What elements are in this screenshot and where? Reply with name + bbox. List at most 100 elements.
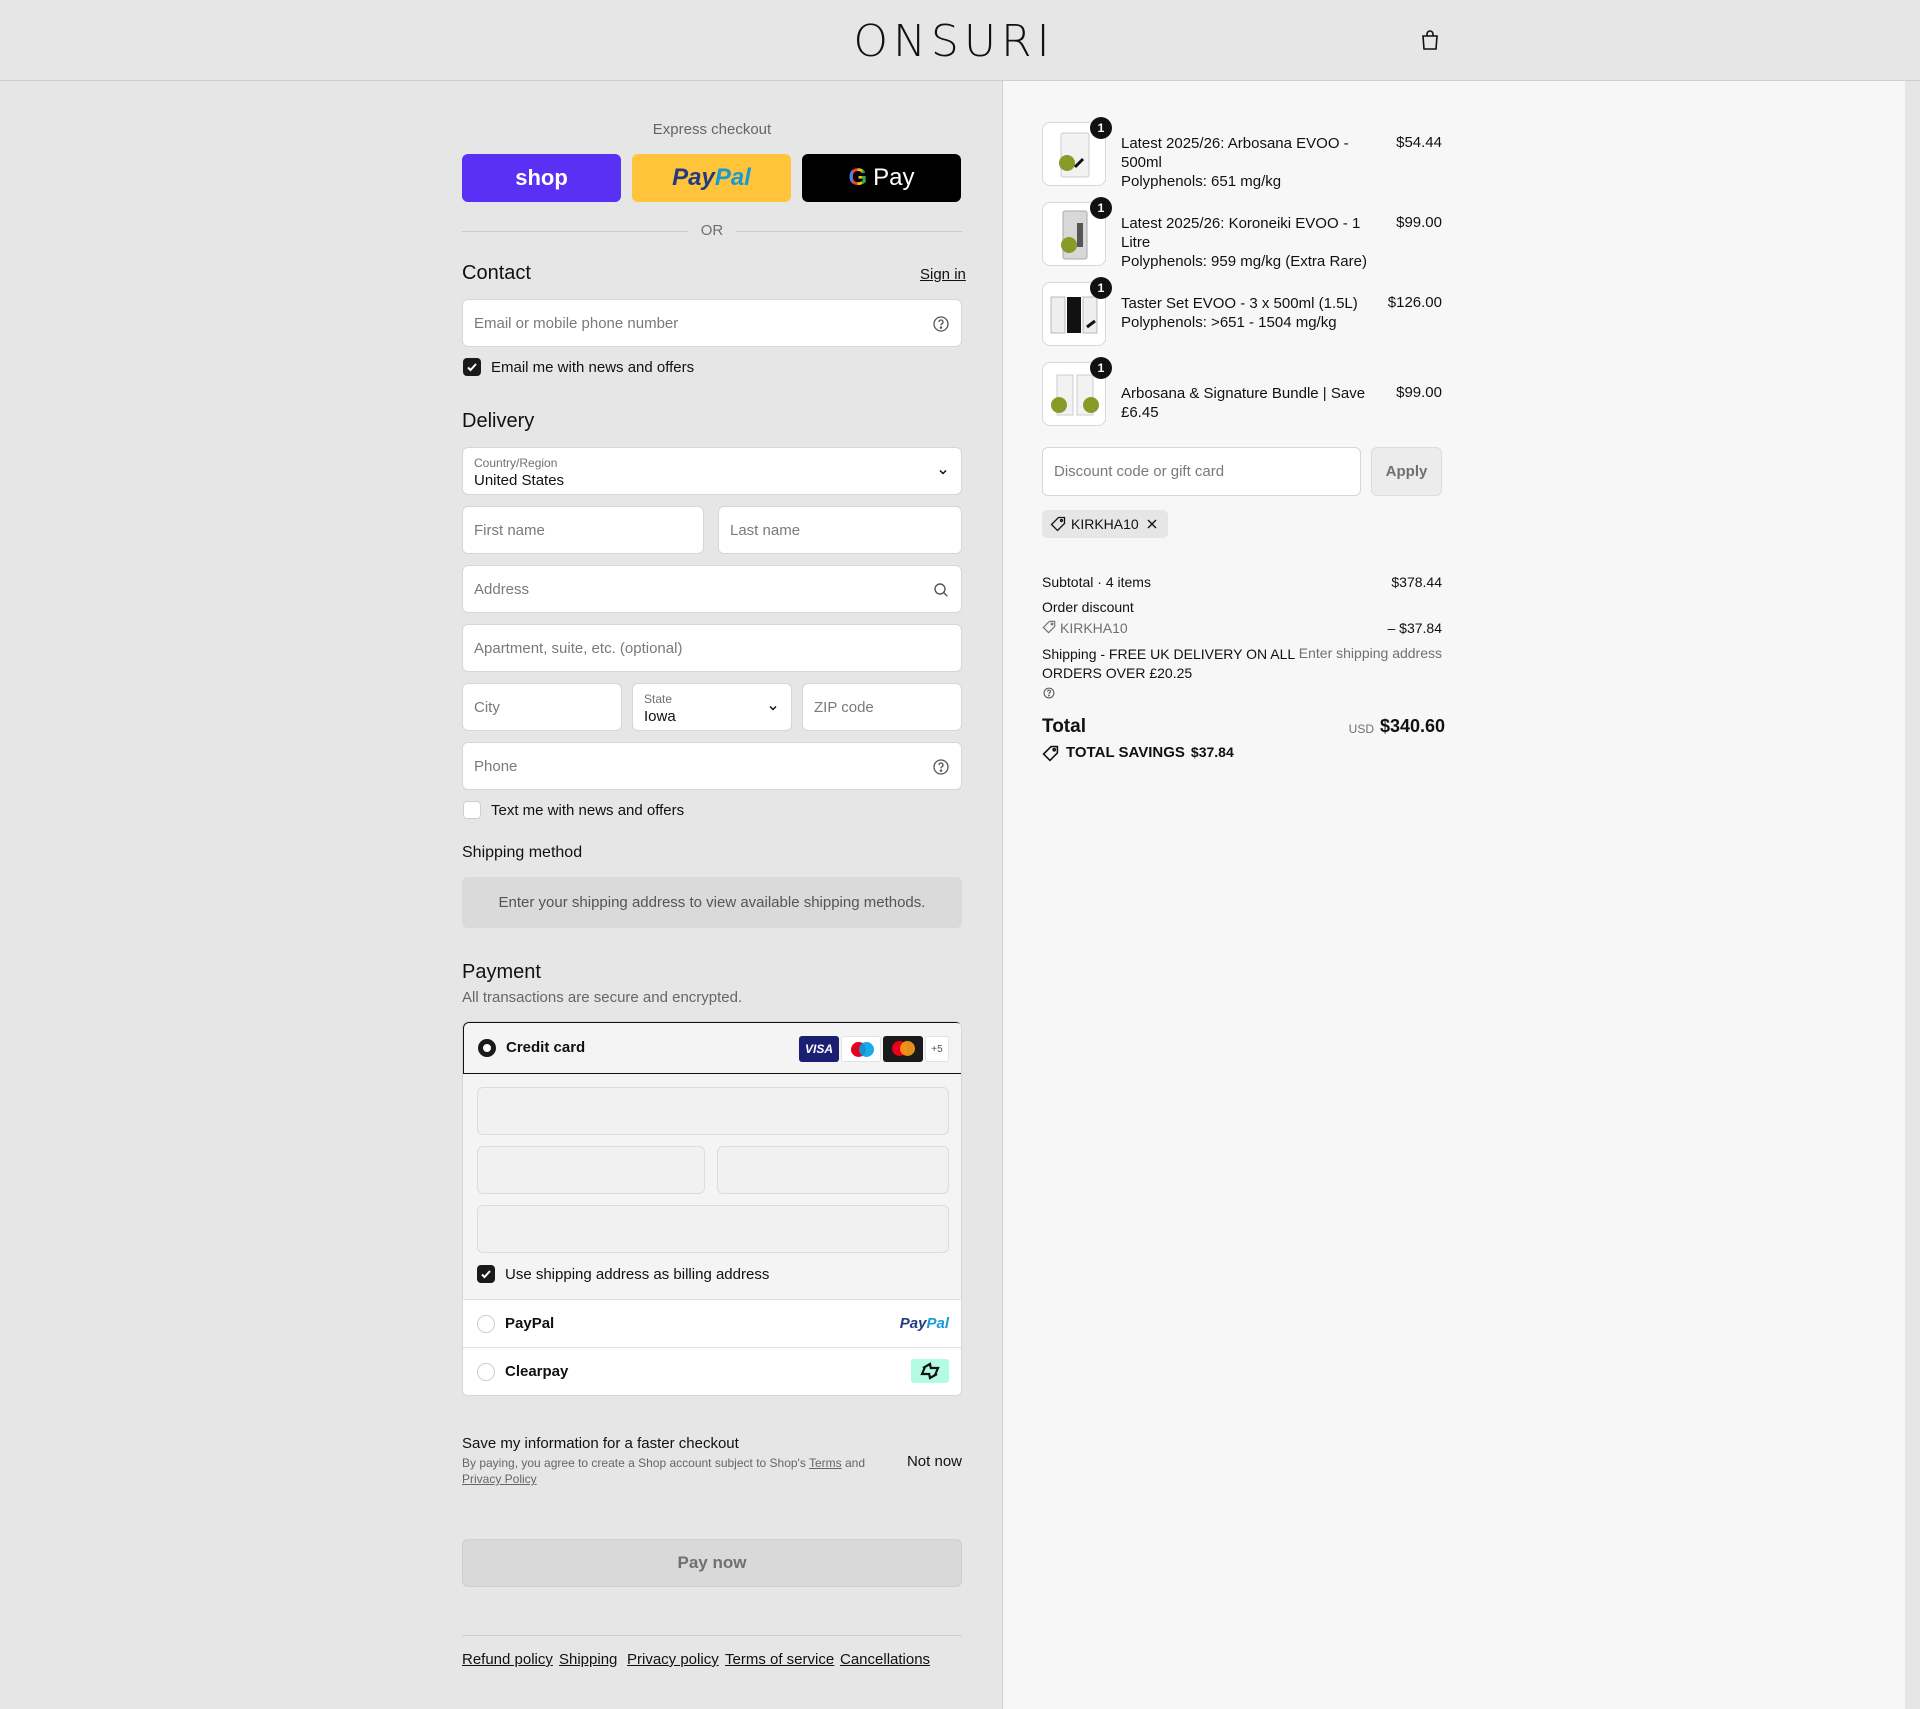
credit-card-label: Credit card [506,1039,586,1056]
address-input[interactable] [463,566,961,612]
item-price: $126.00 [1387,294,1442,311]
quantity-badge: 1 [1090,357,1112,379]
chevron-down-icon [939,469,947,475]
paypal-logo-pal: Pal [926,1315,949,1332]
pay-now-button[interactable]: Pay now [462,1539,962,1587]
item-title: Arbosana & Signature Bundle | Save £6.45 [1121,385,1366,421]
help-icon[interactable] [931,757,951,777]
total-currency: USD [1348,722,1374,736]
discount-code-input[interactable] [1043,448,1360,495]
paypal-logo-pay: Pay [899,1315,927,1332]
city-field[interactable] [462,683,622,731]
last-name-input[interactable] [719,507,961,553]
payment-subtitle: All transactions are secure and encrypte… [462,989,743,1006]
terms-link[interactable]: Terms [809,1456,842,1470]
total-value: $340.60 [1380,716,1446,736]
shipping-method-heading: Shipping method [462,844,583,861]
express-checkout-label: Express checkout [652,121,772,138]
terms-of-service-link[interactable]: Terms of service [725,1651,834,1668]
privacy-policy-footer-link[interactable]: Privacy policy [627,1651,719,1668]
paypal-express-button[interactable]: PayPal [632,154,791,202]
maestro-logo [841,1036,881,1062]
google-g-icon: G [848,164,868,191]
country-select[interactable]: Country/Region United States [462,447,962,495]
help-icon[interactable] [931,314,951,334]
divider-line [736,231,962,232]
credit-card-option[interactable]: Credit card VISA +5 [463,1022,961,1074]
discount-chip-code: KIRKHA10 [1071,516,1139,532]
last-name-field[interactable] [718,506,962,554]
subtotal-value: $378.44 [1391,574,1442,590]
address-field[interactable] [462,565,962,613]
item-price: $99.00 [1396,214,1442,231]
clearpay-option[interactable]: Clearpay [463,1347,961,1395]
search-icon [934,583,948,597]
google-pay-button[interactable]: G Pay [802,154,961,202]
apply-discount-button[interactable]: Apply [1371,447,1442,496]
subtotal-label: Subtotal · 4 items [1042,574,1151,590]
card-name-field[interactable] [477,1205,949,1253]
store-logo[interactable]: ONSURI [0,16,1908,67]
or-divider: OR [462,222,962,240]
shipping-policy-link[interactable]: Shipping [559,1651,617,1668]
card-expiry-field[interactable] [477,1146,705,1194]
item-name: Latest 2025/26: Koroneiki EVOO - 1 Litre… [1121,214,1386,271]
email-field[interactable] [462,299,962,347]
chevron-down-icon [769,705,777,711]
close-icon[interactable] [1146,518,1158,530]
phone-field[interactable] [462,742,962,790]
quantity-badge: 1 [1090,117,1112,139]
shopping-bag-icon[interactable] [1418,28,1442,52]
zip-input[interactable] [803,684,961,730]
card-number-field[interactable] [477,1087,949,1135]
paypal-option[interactable]: PayPal PayPal [463,1299,961,1347]
help-icon[interactable] [1042,686,1056,700]
cancellations-link[interactable]: Cancellations [840,1651,930,1668]
credit-card-radio[interactable] [478,1039,496,1057]
billing-address-checkbox[interactable] [477,1265,495,1283]
paypal-radio[interactable] [477,1315,495,1333]
zip-field[interactable] [802,683,962,731]
item-name: Taster Set EVOO - 3 x 500ml (1.5L) Polyph… [1121,294,1386,332]
state-select[interactable]: State Iowa [632,683,792,731]
save-info-text-body: By paying, you agree to create a Shop ac… [462,1456,806,1470]
clearpay-label: Clearpay [505,1363,569,1380]
apartment-input[interactable] [463,625,961,671]
mastercard-circle-orange [900,1041,915,1056]
phone-input[interactable] [463,743,961,789]
apartment-field[interactable] [462,624,962,672]
tag-icon [1042,620,1056,634]
item-subtitle: Polyphenols: 959 mg/kg (Extra Rare) [1121,253,1367,270]
paypal-logo-pay: Pay [672,164,715,191]
clearpay-radio[interactable] [477,1363,495,1381]
first-name-input[interactable] [463,507,703,553]
save-info-and: and [845,1456,866,1470]
payment-heading: Payment [462,961,541,983]
save-info-text: By paying, you agree to create a Shop ac… [462,1455,872,1487]
item-price: $99.00 [1396,384,1442,401]
refund-policy-link[interactable]: Refund policy [462,1651,553,1668]
privacy-policy-link[interactable]: Privacy Policy [462,1472,537,1486]
sign-in-link[interactable]: Sign in [920,266,966,283]
savings-tag-icon [1042,745,1059,762]
email-news-checkbox[interactable] [463,358,481,376]
card-cvv-field[interactable] [717,1146,949,1194]
state-label: State [644,692,673,706]
item-subtitle: Polyphenols: >651 - 1504 mg/kg [1121,314,1337,331]
email-input[interactable] [463,300,961,346]
paypal-logo: PayPal [672,164,751,192]
city-input[interactable] [463,684,621,730]
shop-pay-button[interactable]: shop [462,154,621,202]
text-news-checkbox[interactable] [463,801,481,819]
footer-divider [462,1635,962,1636]
check-icon [481,1270,491,1279]
clearpay-logo [911,1359,949,1383]
not-now-button[interactable]: Not now [880,1453,962,1470]
total-savings: TOTAL SAVINGS $37.84 [1066,744,1234,761]
contact-heading: Contact [462,262,531,284]
discount-code-field[interactable] [1042,447,1361,496]
email-news-label: Email me with news and offers [491,359,695,376]
country-value: United States [474,472,565,489]
first-name-field[interactable] [462,506,704,554]
order-discount-label: Order discount [1042,599,1134,615]
